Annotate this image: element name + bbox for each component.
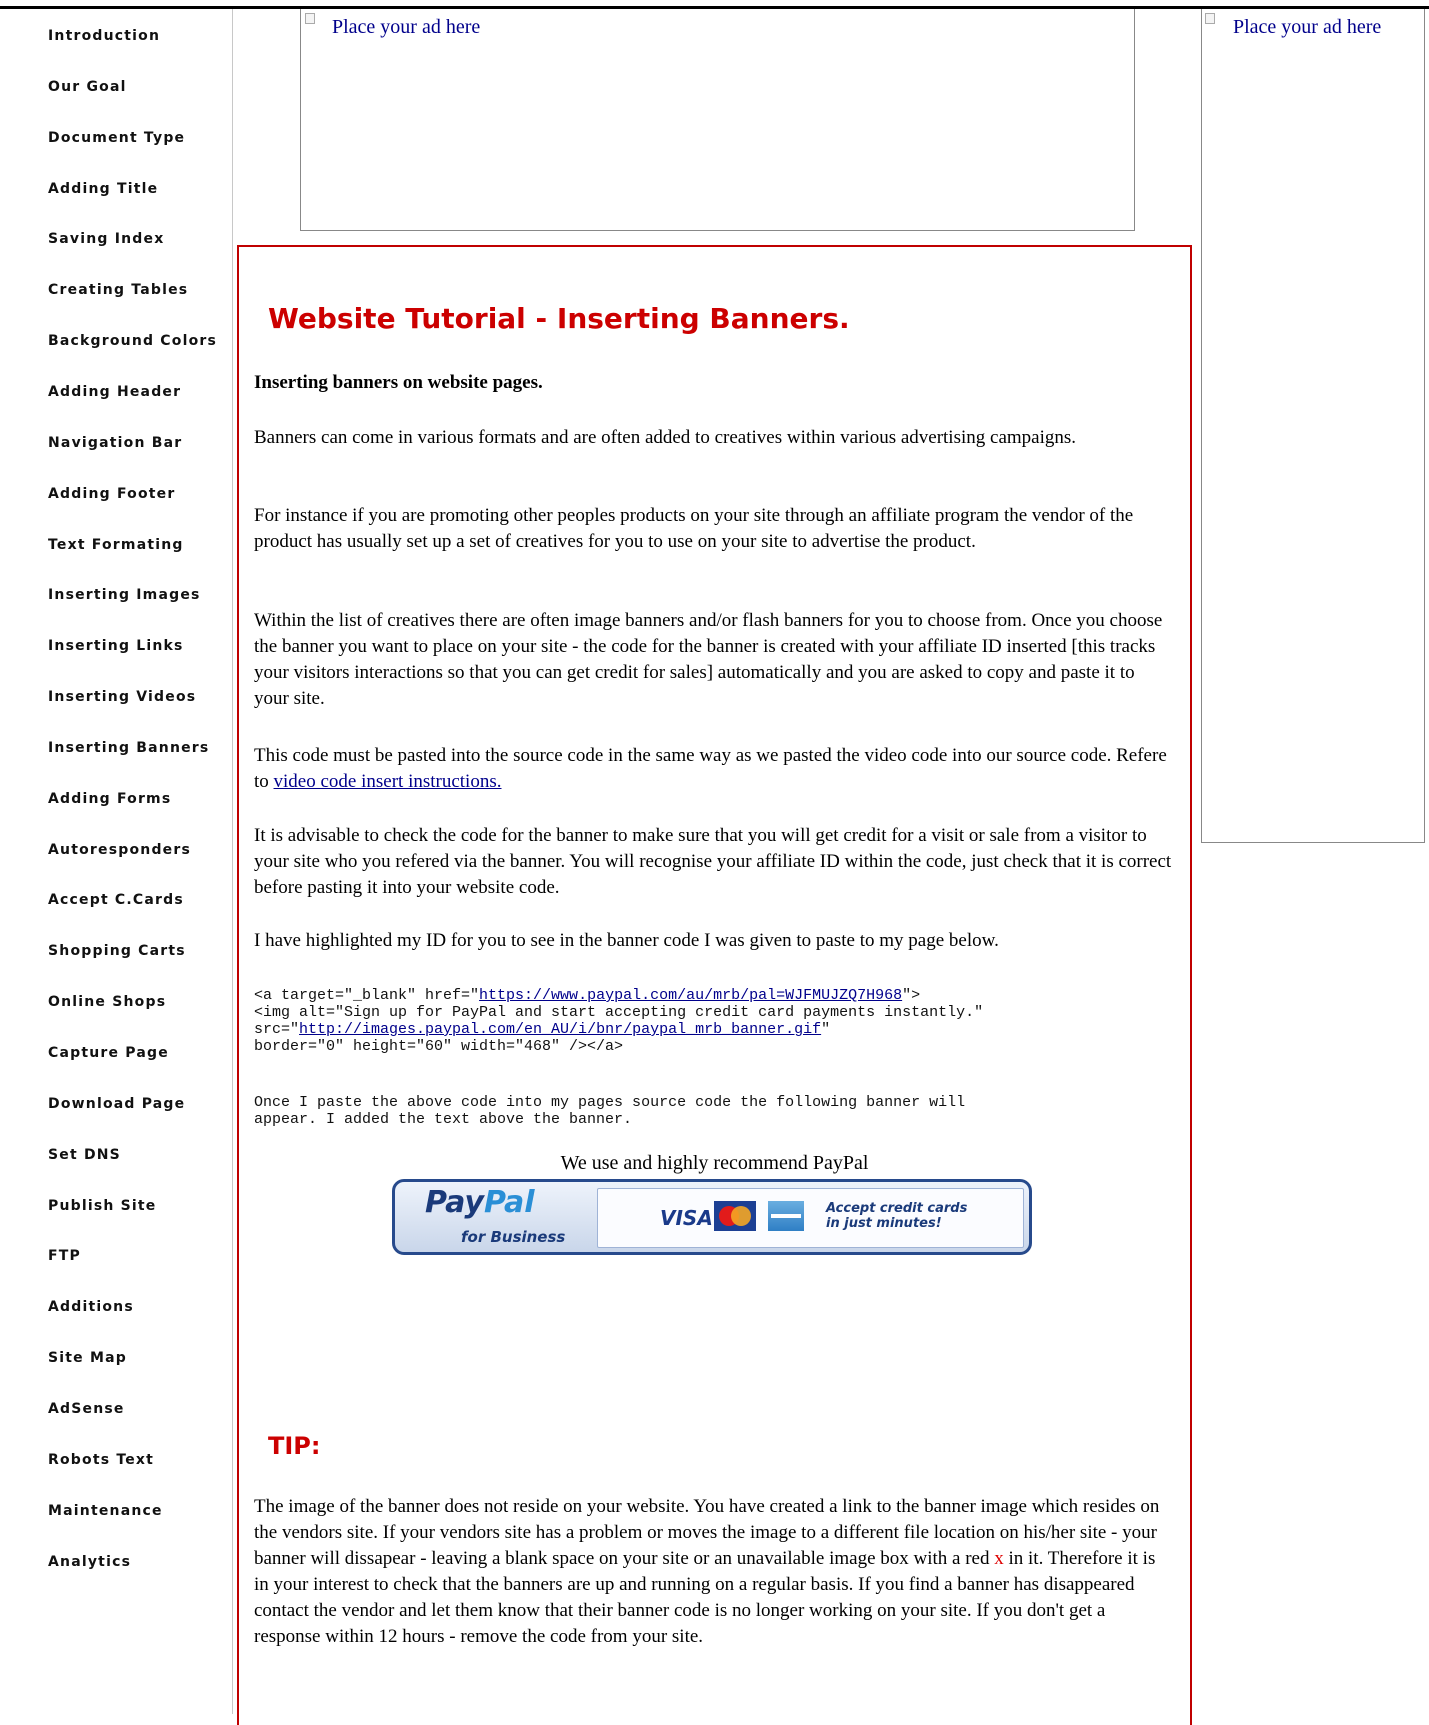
video-instructions-link[interactable]: video code insert instructions. [274, 771, 502, 792]
paragraph-affiliate: For instance if you are promoting other … [254, 505, 1134, 552]
paragraph-paste-code: This code must be pasted into the source… [254, 743, 1174, 795]
sidebar-item-maintenance[interactable]: Maintenance [48, 1503, 163, 1519]
visa-icon: VISA [660, 1206, 713, 1230]
paragraph-creatives: Within the list of creatives there are o… [254, 610, 1163, 709]
paypal-recommend-text: We use and highly recommend PayPal [560, 1152, 869, 1174]
page-title: Website Tutorial - Inserting Banners. [268, 302, 850, 335]
paypal-banner[interactable]: PayPal for Business VISA Accept credit c… [392, 1179, 1032, 1255]
sidebar-item-shopping-carts[interactable]: Shopping Carts [48, 943, 186, 959]
code-line-4: border="0" height="60" width="468" /></a… [254, 1038, 624, 1055]
code-line-2: <img alt="Sign up for PayPal and start a… [254, 1004, 984, 1021]
sidebar-item-download-page[interactable]: Download Page [48, 1096, 185, 1112]
tutorial-content: Website Tutorial - Inserting Banners. In… [237, 245, 1192, 1725]
sidebar-item-inserting-images[interactable]: Inserting Images [48, 587, 201, 603]
tip-heading: TIP: [268, 1432, 321, 1460]
sidebar-item-adding-title[interactable]: Adding Title [48, 181, 158, 197]
sidebar-item-adsense[interactable]: AdSense [48, 1401, 125, 1417]
code-line-3-post: " [821, 1021, 831, 1038]
sidebar-item-accept-c-cards[interactable]: Accept C.Cards [48, 892, 184, 908]
paragraph-highlight: I have highlighted my ID for you to see … [254, 930, 999, 951]
sidebar-item-site-map[interactable]: Site Map [48, 1350, 127, 1366]
code-affiliate-link[interactable]: https://www.paypal.com/au/mrb/pal=WJFMUJ… [479, 987, 902, 1004]
sidebar-item-adding-footer[interactable]: Adding Footer [48, 486, 175, 502]
sidebar-item-analytics[interactable]: Analytics [48, 1554, 131, 1570]
sidebar-item-additions[interactable]: Additions [48, 1299, 134, 1315]
sidebar-item-our-goal[interactable]: Our Goal [48, 79, 127, 95]
broken-image-icon [305, 13, 315, 24]
mastercard-icon [714, 1201, 756, 1231]
sidebar-item-adding-forms[interactable]: Adding Forms [48, 791, 171, 807]
sidebar-item-robots-text[interactable]: Robots Text [48, 1452, 154, 1468]
top-ad-link[interactable]: Place your ad here [332, 16, 480, 39]
tip-paragraph: The image of the banner does not reside … [254, 1496, 1160, 1647]
paypal-cards-panel: VISA Accept credit cards in just minutes… [597, 1188, 1024, 1248]
sidebar-item-autoresponders[interactable]: Autoresponders [48, 842, 191, 858]
code-line-1-post: "> [902, 987, 921, 1004]
red-x-mark: x [994, 1548, 1004, 1569]
sidebar-item-online-shops[interactable]: Online Shops [48, 994, 166, 1010]
code-image-link[interactable]: http://images.paypal.com/en_AU/i/bnr/pay… [299, 1021, 821, 1038]
sidebar-item-inserting-links[interactable]: Inserting Links [48, 638, 184, 654]
sidebar-item-navigation-bar[interactable]: Navigation Bar [48, 435, 182, 451]
sidebar-item-inserting-banners[interactable]: Inserting Banners [48, 740, 209, 756]
section-subheading: Inserting banners on website pages. [254, 372, 543, 393]
code-line-3-pre: src=" [254, 1021, 300, 1038]
accept-cards-text: Accept credit cards in just minutes! [826, 1201, 968, 1231]
sidebar-item-adding-header[interactable]: Adding Header [48, 384, 181, 400]
paragraph-check-code: It is advisable to check the code for th… [254, 825, 1172, 898]
broken-image-icon [1205, 13, 1215, 24]
sidebar-item-capture-page[interactable]: Capture Page [48, 1045, 169, 1061]
paypal-for-business: for Business [461, 1228, 566, 1246]
amex-icon [768, 1201, 804, 1231]
sidebar-item-text-formating[interactable]: Text Formating [48, 537, 184, 553]
paragraph-formats: Banners can come in various formats and … [254, 427, 1077, 448]
sidebar-item-set-dns[interactable]: Set DNS [48, 1147, 121, 1163]
sidebar-item-introduction[interactable]: Introduction [48, 28, 160, 44]
sidebar-item-document-type[interactable]: Document Type [48, 130, 185, 146]
sidebar-item-ftp[interactable]: FTP [48, 1248, 81, 1264]
sidebar-item-background-colors[interactable]: Background Colors [48, 333, 217, 349]
sidebar-item-creating-tables[interactable]: Creating Tables [48, 282, 188, 298]
code-note: Once I paste the above code into my page… [254, 1094, 966, 1128]
sidebar-nav: Introduction Our Goal Document Type Addi… [10, 9, 233, 1714]
sidebar-item-publish-site[interactable]: Publish Site [48, 1198, 157, 1214]
sidebar-item-saving-index[interactable]: Saving Index [48, 231, 164, 247]
top-ad-box [300, 9, 1135, 231]
sidebar-item-inserting-videos[interactable]: Inserting Videos [48, 689, 196, 705]
banner-code-block: <a target="_blank" href="https://www.pay… [254, 987, 1184, 1055]
side-ad-link[interactable]: Place your ad here [1233, 16, 1381, 39]
side-ad-box [1201, 9, 1425, 843]
paypal-logo: PayPal [425, 1185, 535, 1220]
code-line-1-pre: <a target="_blank" href=" [254, 987, 480, 1004]
